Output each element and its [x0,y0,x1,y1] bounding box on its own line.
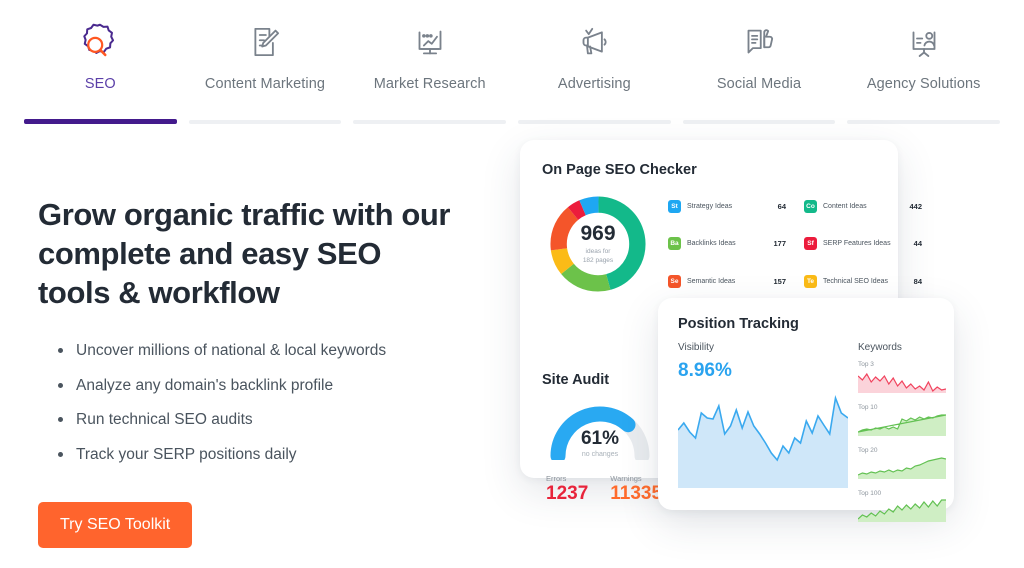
stat-value: 1237 [546,483,589,504]
legend-value: 442 [909,201,922,211]
visibility-area-chart [678,394,848,488]
list-item: Uncover millions of national & local key… [58,340,508,362]
errors-stat: Errors 1237 [546,474,588,505]
try-seo-toolkit-button[interactable]: Try SEO Toolkit [38,502,193,549]
legend-label: Backlinks Ideas [687,240,736,248]
list-item: Track your SERP positions daily [58,444,508,466]
legend-item: Te Technical SEO Ideas 84 [804,267,922,296]
legend-value: 44 [913,239,922,249]
tab-label: SEO [84,76,116,92]
legend-label: Technical SEO Ideas [823,278,888,286]
gauge-subtitle: no changes [581,451,619,458]
site-audit-gauge: 61% no changes [548,398,652,464]
hero-section: Grow organic traffic with our complete a… [0,132,1024,549]
dashboard-preview: On Page SEO Checker 969 ideas for 182 pa… [512,132,1022,532]
legend-label: Semantic Ideas [687,278,736,286]
legend-badge-icon: Te [804,275,817,289]
sparkline-chart [857,414,947,436]
tab-seo[interactable]: SEO [18,0,183,132]
donut-total-value: 969 [580,221,616,245]
sparkline-chart [857,499,946,522]
tab-indicator [847,120,1001,124]
visibility-value: 8.96% [678,360,732,381]
gauge-value: 61% [580,428,620,449]
tab-indicator [518,120,671,124]
legend-item: Co Content Ideas 442 [804,192,922,221]
tab-indicator [682,120,836,124]
legend-badge-icon: Se [668,275,681,289]
legend-label: SERP Features Ideas [823,240,891,248]
megaphone-check-icon [573,14,615,70]
tab-label: Social Media [716,76,802,92]
stat-label: Warnings [610,474,642,483]
legend-item: Ba Backlinks Ideas 177 [668,230,786,259]
tab-indicator [188,120,342,124]
tab-label: Advertising [557,76,631,92]
ideas-legend: St Strategy Ideas 64 Co Content Ideas 44… [668,192,922,296]
sparkline-top-10: Top 10 [857,404,947,441]
tab-market-research[interactable]: Market Research [347,0,512,132]
legend-value: 177 [773,239,786,249]
tab-social-media[interactable]: Social Media [677,0,842,132]
tab-content-marketing[interactable]: Content Marketing [183,0,348,132]
tab-advertising[interactable]: Advertising [512,0,677,132]
tab-label: Content Marketing [204,76,326,92]
visibility-section: Visibility 8.96% [678,342,848,527]
tab-indicator [353,120,507,124]
sparkline-chart [857,457,947,479]
tab-label: Agency Solutions [866,76,981,92]
tab-active-indicator [24,119,177,124]
monitor-chart-icon [409,14,451,70]
keywords-section: Keywords Top 3 Top 10 Top 20 Top 100 [857,342,947,527]
sparkline-top-100: Top 100 [857,490,946,527]
legend-badge-icon: Ba [668,237,681,251]
speech-bubble-thumbs-up-icon [738,14,780,70]
card-title: On Page SEO Checker [542,162,697,178]
sparkline-label: Top 20 [858,447,878,454]
sparkline-top-3: Top 3 [857,361,947,398]
legend-badge-icon: Co [804,199,817,213]
legend-value: 157 [773,277,786,287]
hero-copy: Grow organic traffic with our complete a… [38,132,508,549]
stat-value: 11335 [610,483,663,504]
document-pencil-icon [244,14,286,70]
page-title: Grow organic traffic with our complete a… [38,197,451,311]
legend-value: 64 [777,201,786,211]
visibility-label: Visibility [678,342,714,353]
warnings-stat: Warnings 11335 [610,474,662,505]
legend-item: St Strategy Ideas 64 [668,192,786,221]
legend-item: Sf SERP Features Ideas 44 [804,230,922,259]
legend-badge-icon: Sf [804,237,817,251]
position-tracking-card: Position Tracking Visibility 8.96% Keywo… [658,298,954,522]
list-item: Run technical SEO audits [58,409,508,431]
tab-agency-solutions[interactable]: Agency Solutions [841,0,1006,132]
sparkline-label: Top 3 [858,361,874,368]
legend-label: Strategy Ideas [687,202,733,210]
legend-value: 84 [913,277,922,287]
card-title: Position Tracking [678,316,799,332]
legend-item: Se Semantic Ideas 157 [668,267,786,296]
list-item: Analyze any domain's backlink profile [58,375,508,397]
seo-gear-magnifier-icon [77,14,123,70]
sparkline-label: Top 100 [858,490,882,497]
legend-label: Content Ideas [823,202,867,210]
keywords-label: Keywords [858,342,902,353]
sparkline-chart [857,372,947,393]
tab-label: Market Research [373,76,486,92]
feature-list: Uncover millions of national & local key… [38,340,508,466]
presentation-person-icon [903,14,945,70]
donut-subtitle: ideas for 182 pages [582,247,614,264]
product-tabs: SEO Content Marketing Market Research Ad… [0,0,1024,132]
legend-badge-icon: St [668,199,681,213]
stat-label: Errors [546,474,567,483]
sparkline-label: Top 10 [858,404,878,411]
ideas-donut-chart: 969 ideas for 182 pages [546,192,650,296]
sparkline-top-20: Top 20 [857,447,947,484]
